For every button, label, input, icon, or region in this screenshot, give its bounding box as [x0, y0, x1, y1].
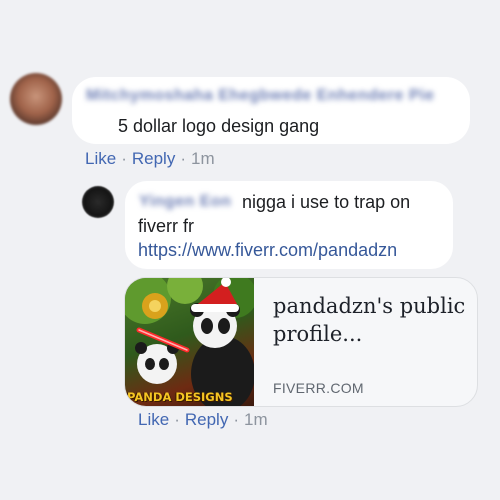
reply-like-link[interactable]: Like: [138, 410, 169, 429]
comment-text: 5 dollar logo design gang: [118, 116, 320, 136]
link-preview-card[interactable]: PANDA DESIGNS pandadzn's public profile.…: [124, 277, 478, 407]
panda-illustration: [125, 278, 254, 406]
separator-dot: ·: [174, 410, 180, 429]
reply-text-line-2: fiverr fr: [138, 216, 194, 236]
comment-author-name[interactable]: Mitchymoshaha Ehegbwede Enhendere Pie: [86, 87, 434, 105]
comment-actions: Like · Reply · 1m: [85, 149, 215, 169]
comment-like-link[interactable]: Like: [85, 149, 116, 168]
reply-avatar[interactable]: [82, 186, 114, 218]
reply-timestamp[interactable]: 1m: [244, 410, 268, 429]
link-preview-title[interactable]: pandadzn's public profile...: [273, 292, 468, 348]
reply-actions: Like · Reply · 1m: [138, 410, 268, 430]
commenter-avatar[interactable]: [10, 73, 62, 125]
comment-timestamp[interactable]: 1m: [191, 149, 215, 168]
reply-text-line-1: nigga i use to trap on: [242, 192, 411, 212]
separator-dot: ·: [233, 410, 239, 429]
reply-reply-link[interactable]: Reply: [185, 410, 228, 429]
link-preview-image[interactable]: PANDA DESIGNS: [125, 278, 254, 406]
image-caption-text: PANDA DESIGNS: [127, 390, 233, 404]
comment-reply-link[interactable]: Reply: [132, 149, 175, 168]
separator-dot: ·: [180, 149, 186, 168]
link-preview-domain: FIVERR.COM: [273, 380, 364, 396]
reply-link[interactable]: https://www.fiverr.com/pandadzn: [138, 240, 397, 261]
reply-author-name[interactable]: Yingen Eon: [139, 193, 231, 211]
separator-dot: ·: [121, 149, 127, 168]
